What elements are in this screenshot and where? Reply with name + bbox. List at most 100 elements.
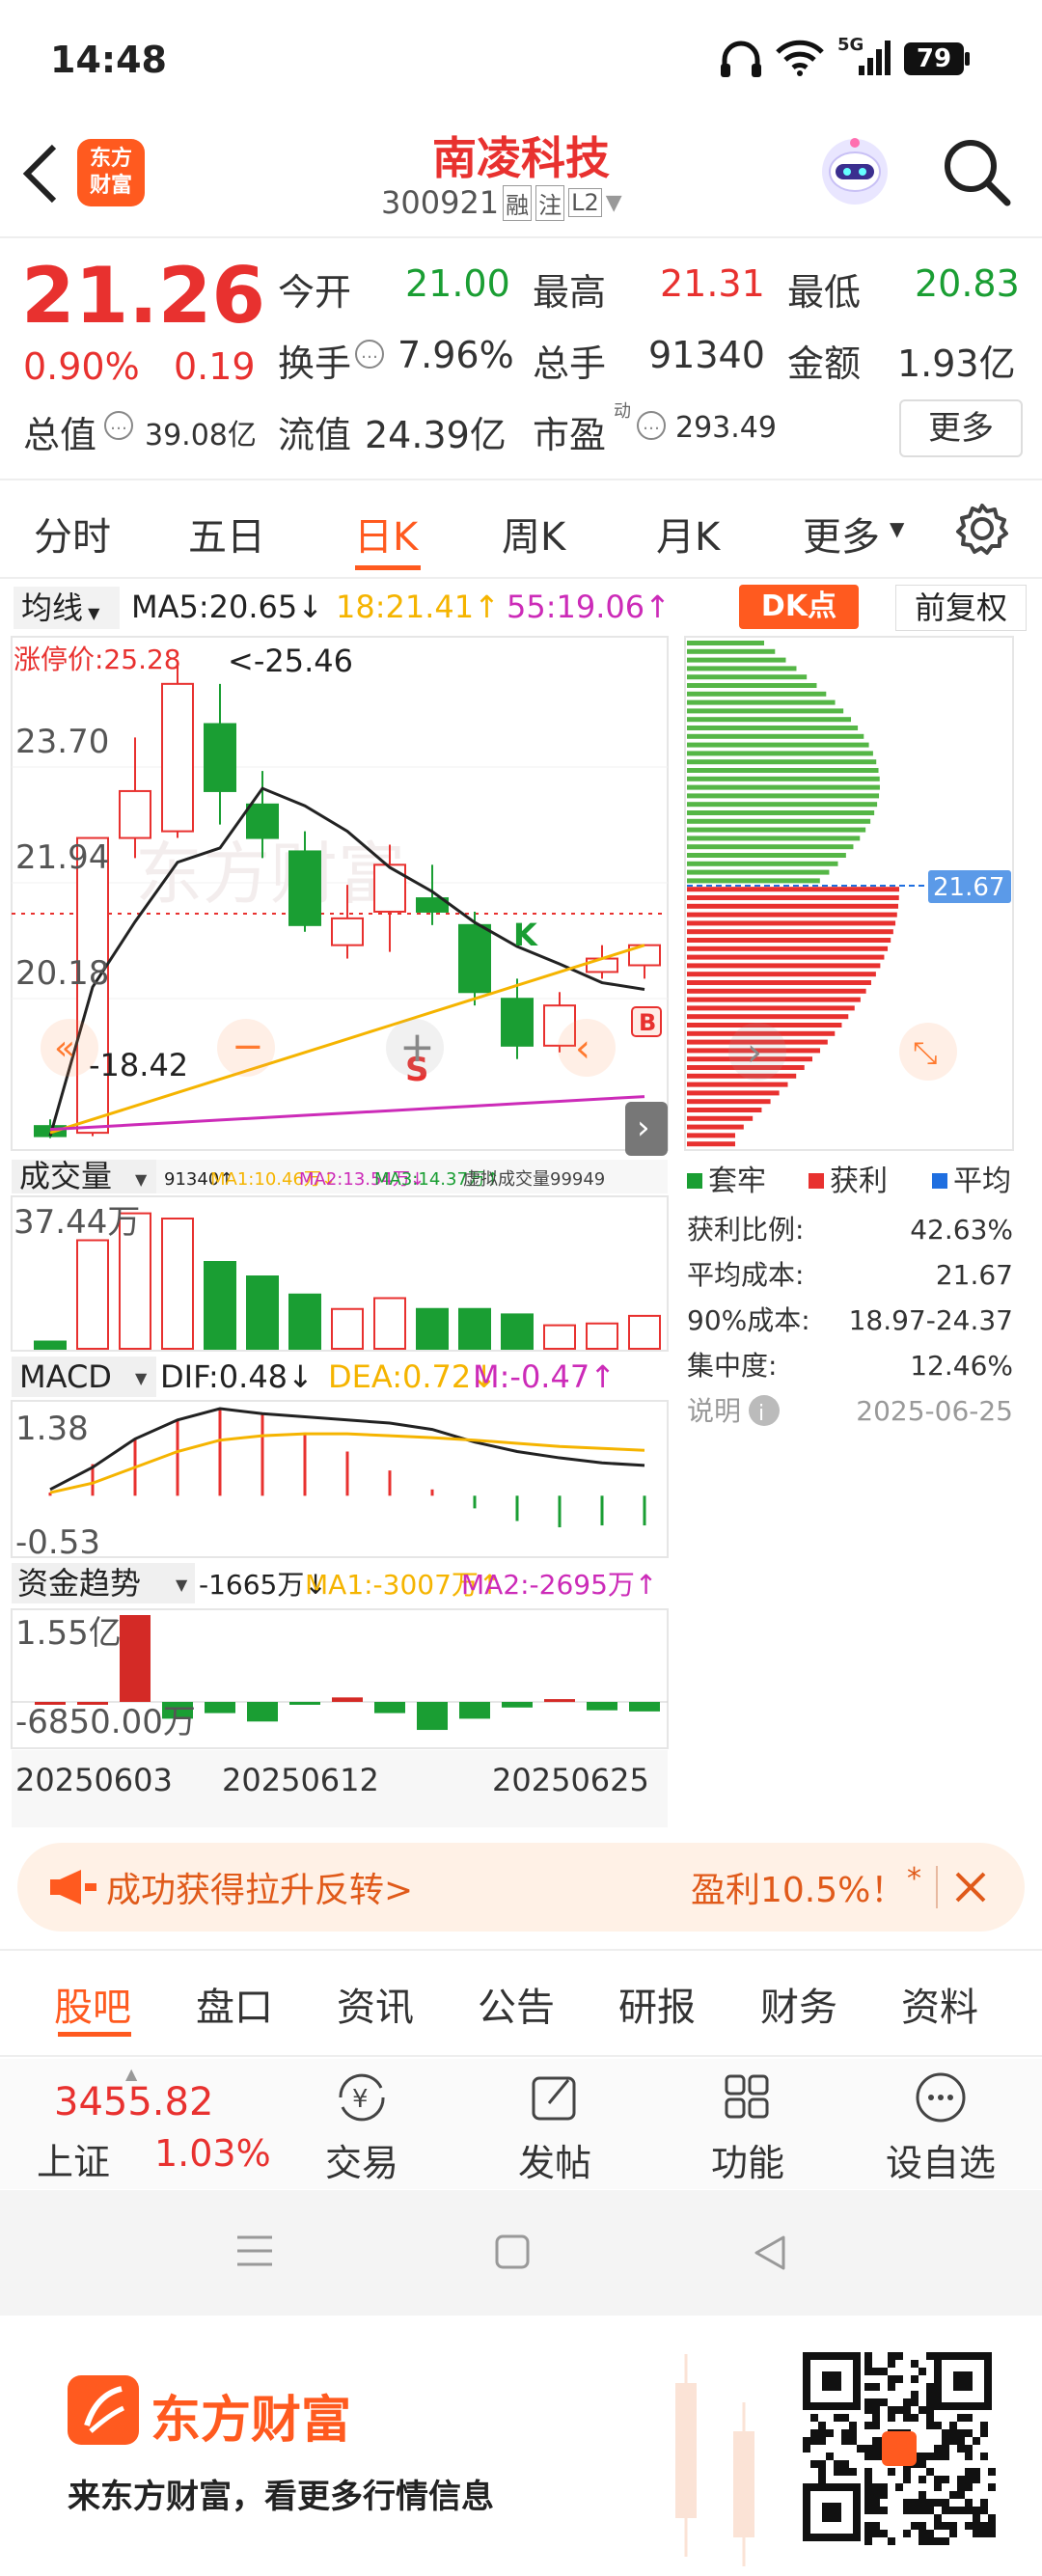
tab-stock-forum[interactable]: 股吧 xyxy=(54,1976,131,2032)
chip-layer xyxy=(687,641,899,1147)
qr-module xyxy=(895,2375,903,2383)
qr-module xyxy=(903,2398,911,2406)
qr-module xyxy=(911,2375,919,2383)
qr-module xyxy=(872,2445,880,2453)
tag-watch: 注 xyxy=(535,184,565,221)
back-triangle-icon[interactable] xyxy=(751,2233,789,2272)
period-tabs: 分时 五日 日K 周K 月K 更多 ▼ xyxy=(0,482,1042,579)
qr-module xyxy=(818,2437,826,2445)
fund-bar xyxy=(205,1702,235,1713)
qr-module xyxy=(903,2507,911,2514)
function-button[interactable]: 功能 xyxy=(695,2070,801,2186)
bottom-action-bar: ▲ 3455.82 上证 1.03% ¥ 交易 发帖 功能 设自选 xyxy=(0,2059,1042,2189)
chip-bar xyxy=(687,963,881,969)
qr-module xyxy=(980,2522,988,2530)
stock-name[interactable]: 南凌科技 xyxy=(328,123,714,187)
chip-bar xyxy=(687,691,827,697)
qr-module xyxy=(872,2453,880,2460)
macd-frame xyxy=(11,1400,669,1558)
trade-button[interactable]: ¥ 交易 xyxy=(309,2070,415,2186)
tab-finance[interactable]: 财务 xyxy=(760,1976,837,2032)
qr-module xyxy=(919,2499,926,2507)
info-icon[interactable]: … xyxy=(355,340,384,369)
chip-row-label: 90%成本: xyxy=(687,1304,810,1336)
menu-icon[interactable] xyxy=(235,2233,274,2268)
info-icon[interactable]: … xyxy=(637,411,666,440)
quote-panel: 21.26 0.90% 0.19 今开 21.00 最高 21.31 最低 20… xyxy=(0,239,1042,471)
robot-avatar-icon[interactable] xyxy=(816,133,893,210)
tab-more[interactable]: 更多 xyxy=(803,506,880,562)
qr-module xyxy=(903,2406,911,2414)
home-square-icon[interactable] xyxy=(494,2233,533,2272)
candle-body xyxy=(373,863,406,913)
volume-bar xyxy=(288,1293,321,1350)
chip-bar xyxy=(687,903,899,909)
brand-name: 东方财富 xyxy=(151,2392,352,2450)
chip-bar xyxy=(687,768,879,773)
candle-body xyxy=(458,923,491,994)
qr-module xyxy=(880,2368,888,2375)
close-icon[interactable] xyxy=(953,1870,988,1905)
qr-module xyxy=(872,2530,880,2537)
info-icon[interactable]: … xyxy=(104,411,133,440)
tab-profile[interactable]: 资料 xyxy=(901,1976,978,2032)
back-arrow-icon[interactable] xyxy=(19,143,62,205)
search-icon[interactable] xyxy=(942,137,1011,206)
chip-bar xyxy=(687,997,861,1002)
index-name: 上证 xyxy=(37,2141,111,2183)
qr-module xyxy=(919,2491,926,2499)
chart-area[interactable]: 东方财富 涨停价:25.28 <-25.46 23.70 21.94 20.18… xyxy=(0,579,1042,1833)
float-cap-label: 流值 xyxy=(278,414,352,456)
banner-divider xyxy=(936,1866,938,1908)
fund-y-top: 1.55亿 xyxy=(15,1614,122,1653)
post-button[interactable]: 发帖 xyxy=(502,2070,608,2186)
qr-finder-center xyxy=(822,2503,841,2522)
promo-banner[interactable]: 成功获得拉升反转> 盈利10.5%！ * xyxy=(17,1843,1025,1932)
tab-five-day[interactable]: 五日 xyxy=(188,506,265,562)
gear-icon[interactable] xyxy=(955,502,1009,556)
tab-monthly-k[interactable]: 月K xyxy=(656,506,720,562)
index-ticker[interactable]: ▲ 3455.82 上证 1.03% xyxy=(0,2059,271,2189)
tab-research[interactable]: 研报 xyxy=(618,1976,696,2032)
qr-module xyxy=(934,2499,942,2507)
chip-row-value: 21.67 xyxy=(936,1259,1013,1291)
tab-news[interactable]: 资讯 xyxy=(337,1976,414,2032)
volume-bar xyxy=(416,1307,449,1350)
qr-module xyxy=(864,2483,872,2491)
volume-bar xyxy=(628,1314,661,1350)
open-label: 今开 xyxy=(278,271,352,314)
qr-module xyxy=(864,2445,872,2453)
legend-profit-swatch xyxy=(809,1173,824,1189)
legend-trapped: 套牢 xyxy=(708,1165,766,1198)
eastmoney-logo[interactable]: 东方 财富 xyxy=(77,139,145,206)
qr-module xyxy=(988,2514,996,2522)
qr-finder-center xyxy=(953,2371,973,2391)
chip-bar xyxy=(687,844,854,850)
chip-bar xyxy=(687,954,885,960)
add-watchlist-button[interactable]: 设自选 xyxy=(878,2070,1003,2186)
chip-row-value: 42.63% xyxy=(910,1214,1013,1246)
function-label: 功能 xyxy=(710,2142,784,2184)
plus-icon: + xyxy=(399,1023,435,1072)
battery-icon: 79 xyxy=(904,42,964,75)
qr-module xyxy=(926,2383,934,2391)
tab-order-book[interactable]: 盘口 xyxy=(196,1976,273,2032)
tab-daily-k[interactable]: 日K xyxy=(354,506,418,562)
tab-weekly-k[interactable]: 周K xyxy=(502,506,565,562)
qr-module xyxy=(872,2398,880,2406)
qr-finder-center xyxy=(822,2371,841,2391)
chip-bar xyxy=(687,1141,735,1147)
volume-bar xyxy=(246,1275,279,1350)
qr-module xyxy=(965,2499,973,2507)
stock-code-row[interactable]: 300921 融 注 L2 ▼ xyxy=(381,183,622,222)
qr-module xyxy=(911,2522,919,2530)
qr-module xyxy=(888,2360,895,2368)
tab-announcements[interactable]: 公告 xyxy=(478,1976,555,2032)
tab-intraday[interactable]: 分时 xyxy=(34,506,111,562)
qr-module xyxy=(872,2483,880,2491)
chip-bar xyxy=(687,1090,780,1096)
k-marker: K xyxy=(513,917,538,953)
qr-module xyxy=(919,2368,926,2375)
qr-module xyxy=(911,2391,919,2398)
more-button[interactable]: 更多 xyxy=(899,399,1023,457)
